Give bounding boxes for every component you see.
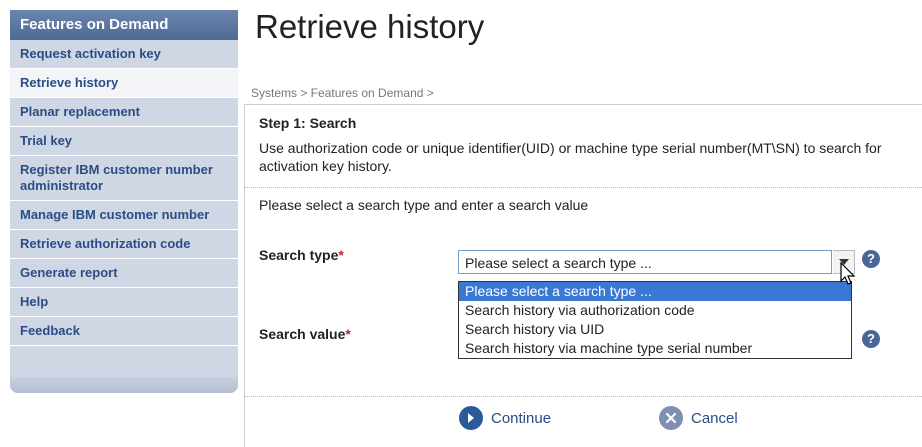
- sidebar-header: Features on Demand: [10, 10, 238, 40]
- sidebar-item-request-activation-key[interactable]: Request activation key: [10, 40, 238, 69]
- dropdown-option-uid[interactable]: Search history via UID: [459, 320, 851, 339]
- divider: [244, 396, 922, 397]
- required-mark: *: [345, 326, 351, 342]
- divider: [244, 187, 922, 188]
- sidebar-item-register-customer-admin[interactable]: Register IBM customer number administrat…: [10, 156, 238, 201]
- page-title: Retrieve history: [255, 8, 485, 45]
- search-type-label: Search type*: [259, 247, 344, 263]
- sidebar-nav: Features on Demand Request activation ke…: [10, 10, 238, 393]
- cancel-button[interactable]: Cancel: [659, 406, 738, 430]
- cancel-label: Cancel: [691, 409, 738, 427]
- sidebar-footer: [10, 377, 238, 393]
- sidebar-item-feedback[interactable]: Feedback: [10, 317, 238, 346]
- sidebar-item-trial-key[interactable]: Trial key: [10, 127, 238, 156]
- continue-label: Continue: [491, 409, 552, 427]
- step-title: Step 1: Search: [259, 115, 357, 131]
- search-type-label-text: Search type: [259, 247, 339, 263]
- close-icon: [659, 406, 683, 430]
- step-description: Use authorization code or unique identif…: [259, 140, 882, 174]
- search-value-help-icon[interactable]: ?: [862, 330, 880, 348]
- dropdown-option-authorization-code[interactable]: Search history via authorization code: [459, 301, 851, 320]
- search-type-dropdown-list: Please select a search type ... Search h…: [458, 281, 852, 359]
- arrow-right-icon: [459, 406, 483, 430]
- search-type-help-icon[interactable]: ?: [862, 250, 880, 268]
- continue-button[interactable]: Continue: [459, 406, 551, 430]
- sidebar-item-manage-customer-number[interactable]: Manage IBM customer number: [10, 201, 238, 230]
- sidebar-item-help[interactable]: Help: [10, 288, 238, 317]
- instruction-text: Please select a search type and enter a …: [259, 197, 589, 213]
- sidebar-item-retrieve-authorization-code[interactable]: Retrieve authorization code: [10, 230, 238, 259]
- sidebar-item-generate-report[interactable]: Generate report: [10, 259, 238, 288]
- dropdown-option-machine-type-serial[interactable]: Search history via machine type serial n…: [459, 339, 851, 358]
- required-mark: *: [338, 247, 344, 263]
- search-value-label-text: Search value: [259, 326, 346, 342]
- mouse-cursor-icon: [840, 262, 856, 285]
- sidebar-item-retrieve-history[interactable]: Retrieve history: [10, 69, 238, 98]
- search-type-select[interactable]: Please select a search type ...: [458, 250, 832, 274]
- sidebar-item-planar-replacement[interactable]: Planar replacement: [10, 98, 238, 127]
- search-value-label: Search value*: [259, 326, 351, 342]
- dropdown-option-placeholder[interactable]: Please select a search type ...: [459, 282, 851, 301]
- breadcrumb: Systems > Features on Demand >: [251, 86, 434, 100]
